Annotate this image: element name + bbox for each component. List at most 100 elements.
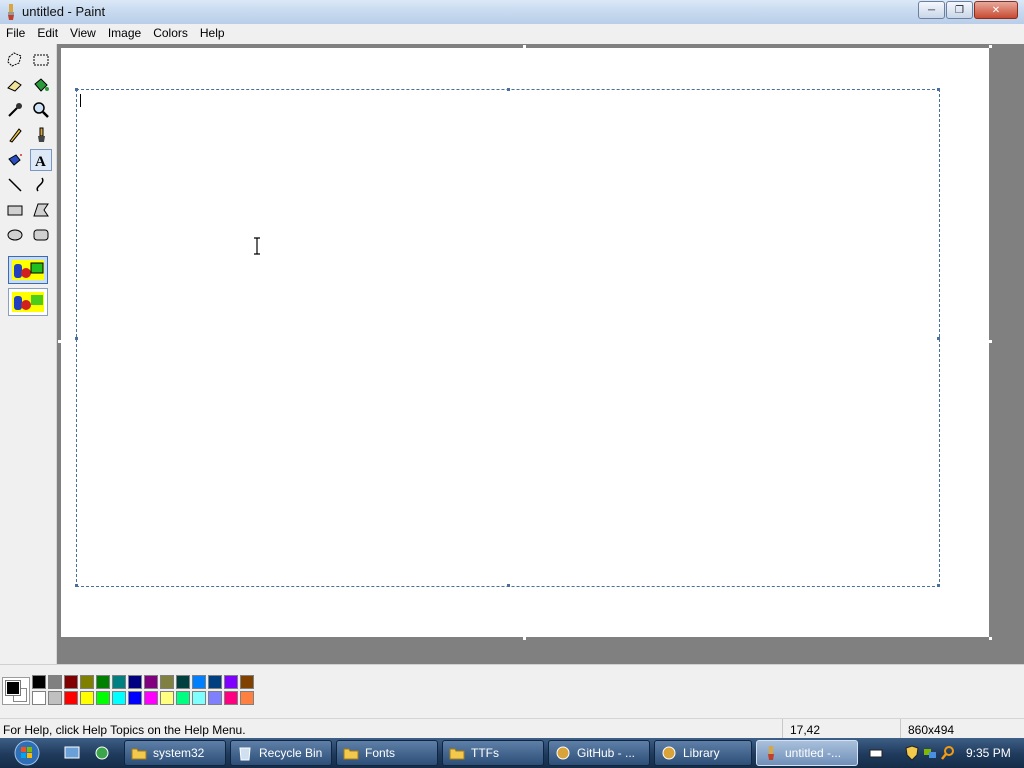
line-tool[interactable] [4,174,26,196]
selection-handle[interactable] [75,88,78,91]
menu-colors[interactable]: Colors [147,24,194,43]
color-swatch[interactable] [160,675,174,689]
transparent-background-option[interactable] [8,288,48,316]
start-button[interactable] [3,739,47,767]
taskbar-item-label: system32 [153,746,205,760]
rectangle-select-tool[interactable] [30,49,52,71]
taskbar-item-recycle-bin[interactable]: Recycle Bin [230,740,332,766]
toolbox: A [0,44,57,664]
color-swatch[interactable] [112,675,126,689]
taskbar-item-github[interactable]: GitHub - ... [548,740,650,766]
magnifier-tool[interactable] [30,99,52,121]
color-swatch[interactable] [192,691,206,705]
foreground-color[interactable] [5,680,21,696]
free-form-select-icon [7,52,22,67]
color-swatch[interactable] [32,691,46,705]
eraser-icon [7,80,22,92]
drawing-canvas[interactable] [61,48,989,637]
color-swatch[interactable] [96,675,110,689]
color-swatch[interactable] [64,675,78,689]
color-swatch[interactable] [240,691,254,705]
canvas-resize-handle[interactable] [989,637,992,640]
maximize-button[interactable]: ❐ [946,1,973,19]
network-icon[interactable] [922,745,938,761]
selection-handle[interactable] [507,584,510,587]
color-swatch[interactable] [48,675,62,689]
canvas-resize-handle[interactable] [989,45,992,48]
color-swatch[interactable] [32,675,46,689]
taskbar-item-label: GitHub - ... [577,746,636,760]
security-shield-icon[interactable] [904,745,920,761]
menu-view[interactable]: View [64,24,102,43]
selection-handle[interactable] [75,584,78,587]
show-desktop-icon[interactable] [64,745,80,761]
free-form-select-tool[interactable] [4,49,26,71]
canvas-resize-handle[interactable] [523,637,526,640]
polygon-tool[interactable] [30,199,52,221]
taskbar-clock[interactable]: 9:35 PM [966,746,1011,760]
taskbar-item-system32[interactable]: system32 [124,740,226,766]
taskbar-item-label: Library [683,746,720,760]
switch-windows-icon[interactable] [94,745,110,761]
text-box-selection[interactable] [75,88,940,587]
eraser-tool[interactable] [4,74,26,96]
color-swatch[interactable] [80,691,94,705]
menu-edit[interactable]: Edit [31,24,64,43]
opaque-background-option[interactable] [8,256,48,284]
menu-help[interactable]: Help [194,24,231,43]
color-swatch[interactable] [80,675,94,689]
fill-with-color-tool[interactable] [30,74,52,96]
text-tool[interactable]: A [30,149,52,171]
brush-tool[interactable] [30,124,52,146]
pick-color-tool[interactable] [4,99,26,121]
airbrush-tool[interactable] [4,149,26,171]
canvas-resize-handle[interactable] [58,340,61,343]
swatch-grid [31,674,255,706]
color-swatch[interactable] [64,691,78,705]
selection-handle[interactable] [937,88,940,91]
search-icon[interactable] [940,745,956,761]
folder-icon [131,748,147,760]
rounded-rectangle-tool[interactable] [30,224,52,246]
color-swatch[interactable] [176,675,190,689]
color-swatch[interactable] [144,675,158,689]
close-button[interactable]: ✕ [974,1,1018,19]
color-swatch[interactable] [128,675,142,689]
color-swatch[interactable] [160,691,174,705]
selection-handle[interactable] [75,337,78,340]
opaque-shapes-icon [12,260,44,280]
selection-handle[interactable] [507,88,510,91]
selection-handle[interactable] [937,337,940,340]
canvas-resize-handle[interactable] [989,340,992,343]
taskbar-item-fonts[interactable]: Fonts [336,740,438,766]
color-swatch[interactable] [224,691,238,705]
color-swatch[interactable] [192,675,206,689]
current-colors[interactable] [2,677,30,705]
minimize-button[interactable]: ─ [918,1,945,19]
taskbar-item-label: TTFs [471,746,499,760]
ellipse-tool[interactable] [4,224,26,246]
color-swatch[interactable] [48,691,62,705]
taskbar-item-ttfs[interactable]: TTFs [442,740,544,766]
color-swatch[interactable] [208,675,222,689]
color-swatch[interactable] [128,691,142,705]
keyboard-icon[interactable] [868,745,884,761]
color-swatch[interactable] [96,691,110,705]
taskbar-item-paint[interactable]: untitled -... [756,740,858,766]
rectangle-tool[interactable] [4,199,26,221]
color-swatch[interactable] [144,691,158,705]
canvas-resize-handle[interactable] [523,45,526,48]
taskbar-item-library[interactable]: Library [654,740,752,766]
color-swatch[interactable] [224,675,238,689]
curve-tool[interactable] [30,174,52,196]
color-swatch[interactable] [112,691,126,705]
menu-image[interactable]: Image [102,24,147,43]
status-bar: For Help, click Help Topics on the Help … [0,718,1024,739]
color-swatch[interactable] [208,691,222,705]
pencil-tool[interactable] [4,124,26,146]
color-swatch[interactable] [240,675,254,689]
color-swatch[interactable] [176,691,190,705]
selection-handle[interactable] [937,584,940,587]
taskbar-item-label: Fonts [365,746,396,760]
menu-file[interactable]: File [0,24,31,43]
